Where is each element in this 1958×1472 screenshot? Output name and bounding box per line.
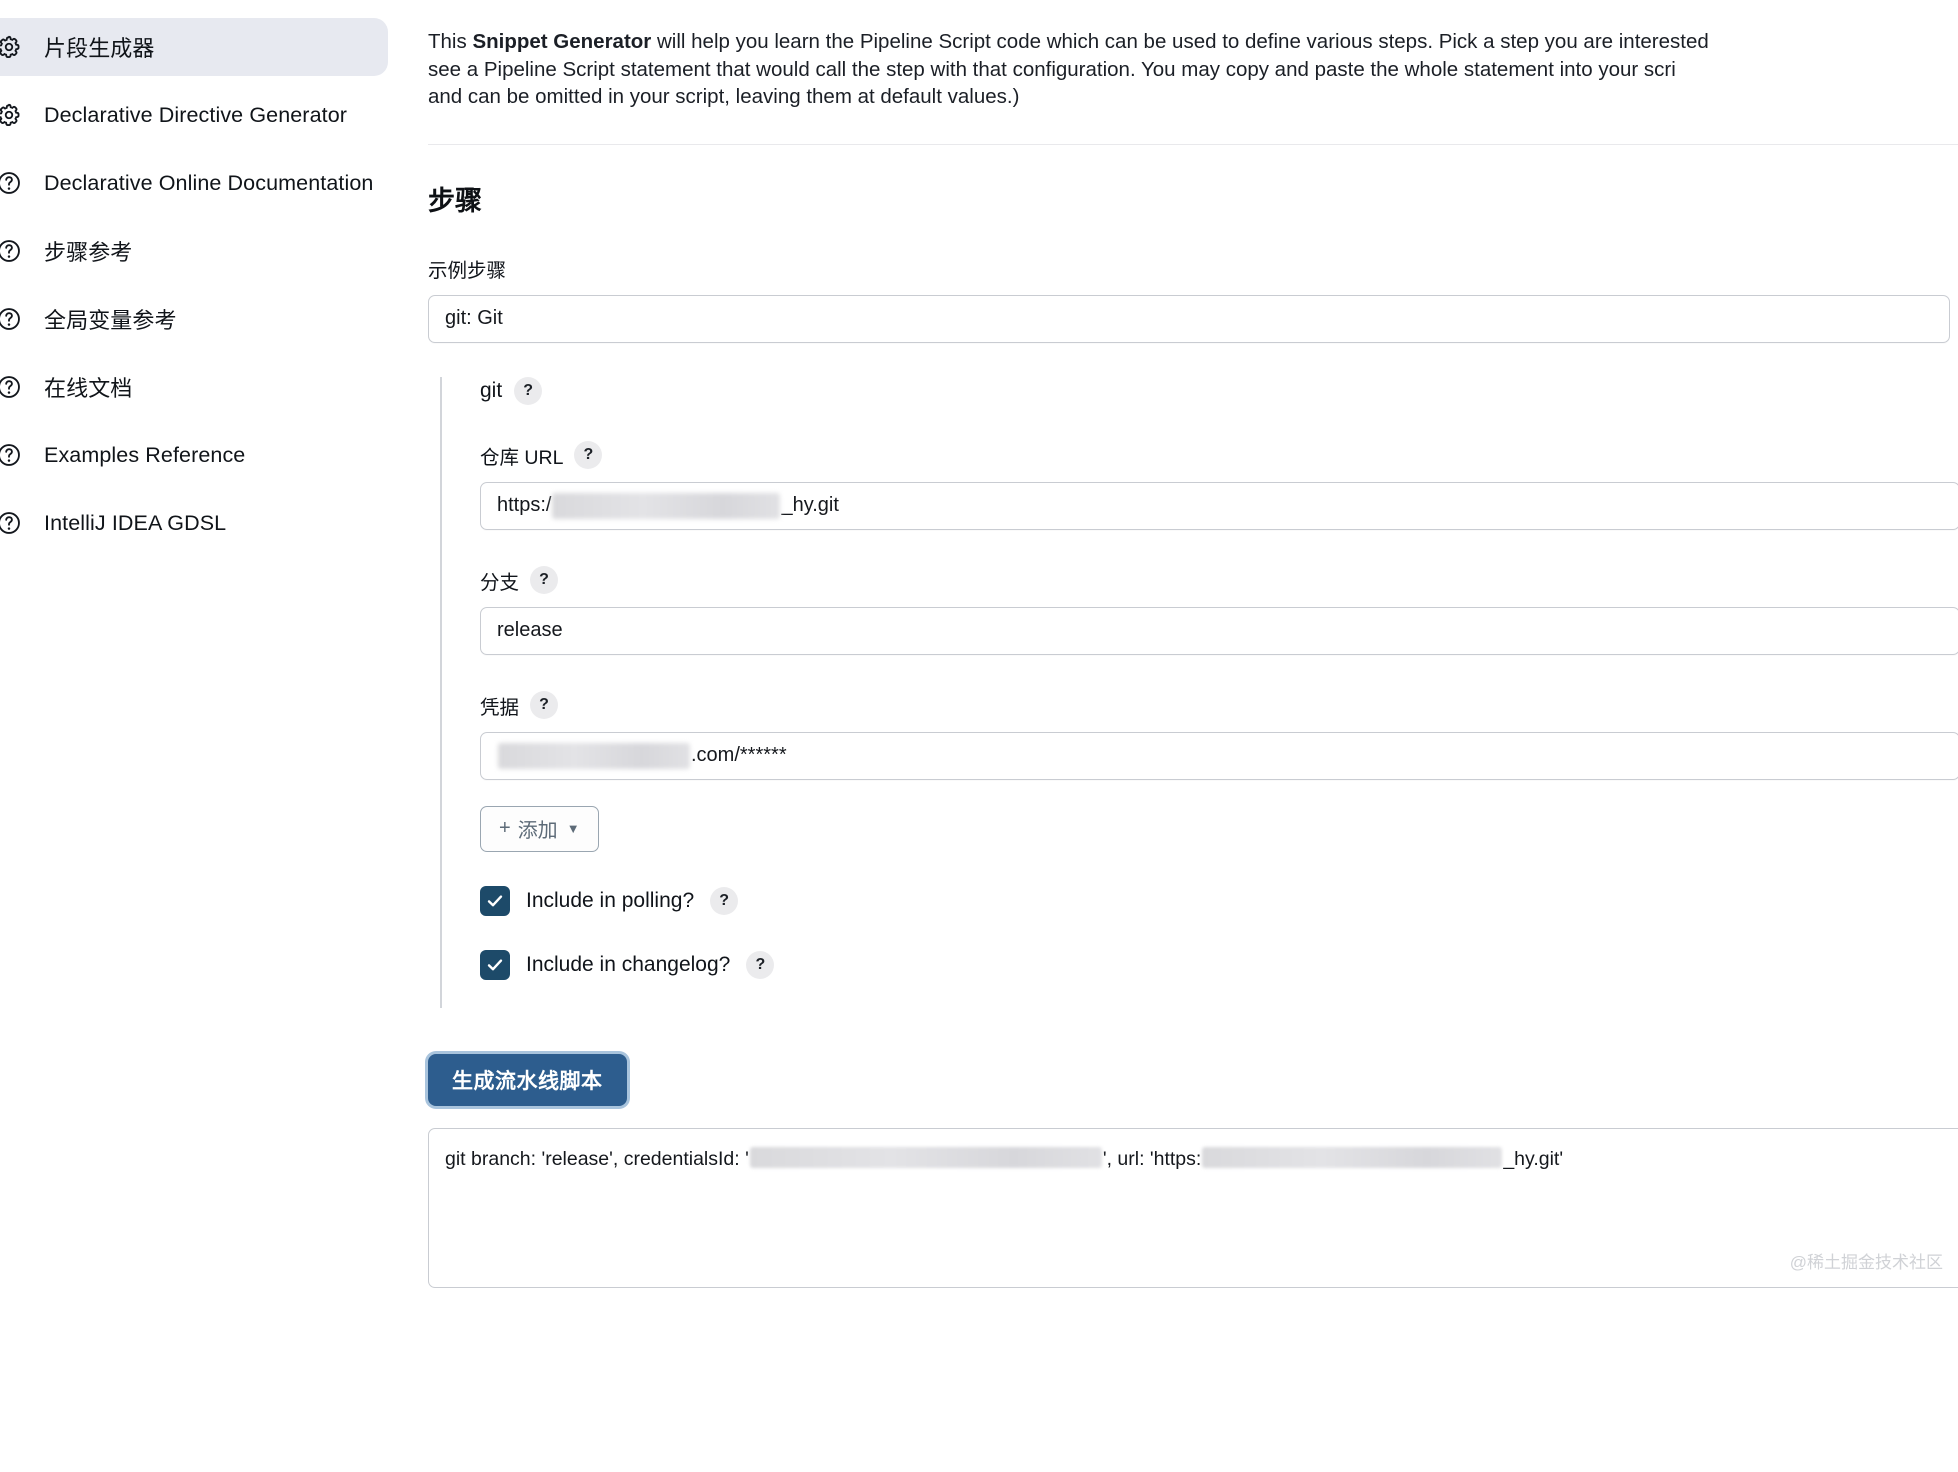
- redacted-repo-host: [552, 492, 781, 519]
- branch-label-text: 分支: [480, 571, 520, 594]
- branch-label: 分支 ?: [480, 566, 1958, 595]
- gear-icon: [0, 100, 24, 130]
- sample-step-select[interactable]: git: Git: [428, 294, 1950, 343]
- credentials-label: 凭据 ?: [480, 691, 1958, 720]
- include-in-polling-label: Include in polling?: [526, 888, 695, 912]
- sidebar-item-label: Declarative Directive Generator: [44, 102, 348, 127]
- snippet-generator-emphasis: Snippet Generator: [472, 30, 652, 53]
- sidebar-item-label: 片段生成器: [44, 36, 155, 61]
- question-icon: [0, 236, 24, 266]
- include-in-polling-row: Include in polling? ?: [480, 885, 1958, 916]
- snippet-generator-page: 片段生成器 Declarative Directive Generator Decl…: [0, 0, 1958, 1472]
- question-icon: [0, 508, 24, 538]
- repo-url-value-prefix: https:/: [497, 494, 552, 516]
- question-icon: [0, 372, 24, 402]
- watermark: @稀土掘金技术社区: [1789, 1252, 1943, 1272]
- redacted-credential-id: [498, 742, 690, 769]
- redacted-url-output: [1202, 1146, 1503, 1168]
- sidebar-item-label: 在线文档: [44, 376, 133, 401]
- sidebar-item-7[interactable]: IntelliJ IDEA GDSL: [0, 494, 388, 552]
- help-icon-repo-url[interactable]: ?: [574, 441, 603, 469]
- branch-value: release: [497, 619, 563, 641]
- help-icon-include-in-polling[interactable]: ?: [710, 886, 739, 915]
- help-icon-git[interactable]: ?: [514, 376, 543, 405]
- chevron-down-icon: ▼: [566, 821, 580, 836]
- intro-line-2: see a Pipeline Script statement that wou…: [428, 57, 1676, 81]
- question-icon: [0, 440, 24, 470]
- question-icon: [0, 304, 24, 334]
- page-title: 步骤: [428, 185, 482, 216]
- intro-line-1: This Snippet Generator will help you lea…: [428, 28, 1958, 56]
- sidebar-item-2[interactable]: Declarative Online Documentation: [0, 154, 388, 212]
- generated-script-prefix: git branch: 'release', credentialsId: ': [445, 1147, 749, 1170]
- git-group-title: git: [480, 378, 503, 402]
- include-in-polling-checkbox[interactable]: [480, 885, 510, 916]
- sample-step-label-text: 示例步骤: [428, 259, 507, 282]
- include-in-changelog-label: Include in changelog?: [526, 952, 731, 976]
- sidebar-item-0[interactable]: 片段生成器: [0, 18, 388, 76]
- sidebar-item-5[interactable]: 在线文档: [0, 358, 388, 416]
- include-in-changelog-checkbox[interactable]: [480, 949, 510, 980]
- sidebar-item-label: Examples Reference: [44, 442, 246, 467]
- sidebar-item-1[interactable]: Declarative Directive Generator: [0, 86, 388, 144]
- help-icon-branch[interactable]: ?: [530, 566, 559, 594]
- repo-url-label-text: 仓库 URL: [480, 446, 564, 469]
- credentials-value-suffix: .com/******: [691, 744, 787, 766]
- generated-script-output[interactable]: git branch: 'release', credentialsId: ' '…: [428, 1127, 1958, 1288]
- include-in-changelog-row: Include in changelog? ?: [480, 949, 1958, 980]
- plus-icon: +: [499, 817, 511, 839]
- git-step-group: git ? 仓库 URL ? https:/ _hy.git 分支 ? relea…: [440, 376, 1958, 1008]
- generate-pipeline-script-button[interactable]: 生成流水线脚本: [428, 1053, 627, 1106]
- add-credentials-button[interactable]: + 添加 ▼: [480, 805, 599, 852]
- sidebar-item-label: 全局变量参考: [44, 308, 177, 333]
- repo-url-input[interactable]: https:/ _hy.git: [480, 481, 1958, 530]
- sidebar-item-label: IntelliJ IDEA GDSL: [44, 510, 227, 535]
- add-button-label: 添加: [517, 820, 558, 842]
- repo-url-value-suffix: _hy.git: [781, 494, 839, 516]
- intro-divider: [428, 143, 1958, 145]
- sidebar-item-label: Declarative Online Documentation: [44, 170, 374, 195]
- sidebar-item-6[interactable]: Examples Reference: [0, 426, 388, 484]
- intro-line-3: and can be omitted in your script, leavi…: [428, 85, 1020, 108]
- generated-script-suffix: _hy.git': [1503, 1147, 1564, 1170]
- sample-step-value: git: Git: [445, 307, 503, 329]
- sidebar: 片段生成器 Declarative Directive Generator Decl…: [0, 0, 420, 1472]
- main-content: This Snippet Generator will help you lea…: [420, 0, 1958, 1472]
- question-icon: [0, 168, 24, 198]
- sidebar-item-label: 步骤参考: [44, 240, 133, 265]
- intro-text-suffix: will help you learn the Pipeline Script …: [651, 30, 1709, 53]
- branch-input[interactable]: release: [480, 606, 1958, 655]
- gear-icon: [0, 32, 24, 62]
- credentials-select[interactable]: .com/******: [480, 731, 1958, 780]
- sidebar-item-3[interactable]: 步骤参考: [0, 222, 388, 280]
- sidebar-item-4[interactable]: 全局变量参考: [0, 290, 388, 348]
- credentials-label-text: 凭据: [480, 696, 520, 719]
- git-group-header: git ?: [480, 376, 1958, 405]
- generated-script-mid: ', url: 'https:: [1102, 1147, 1202, 1170]
- git-group-body: 仓库 URL ? https:/ _hy.git 分支 ? release 凭据: [470, 441, 1958, 1008]
- help-icon-include-in-changelog[interactable]: ?: [746, 950, 775, 979]
- redacted-credentials-id-output: [749, 1146, 1102, 1168]
- sample-step-label: 示例步骤: [428, 254, 1958, 283]
- help-icon-credentials[interactable]: ?: [530, 691, 559, 719]
- intro-paragraph: This Snippet Generator will help you lea…: [428, 28, 1958, 111]
- intro-text-prefix: This: [428, 30, 473, 53]
- repo-url-label: 仓库 URL ?: [480, 441, 1958, 470]
